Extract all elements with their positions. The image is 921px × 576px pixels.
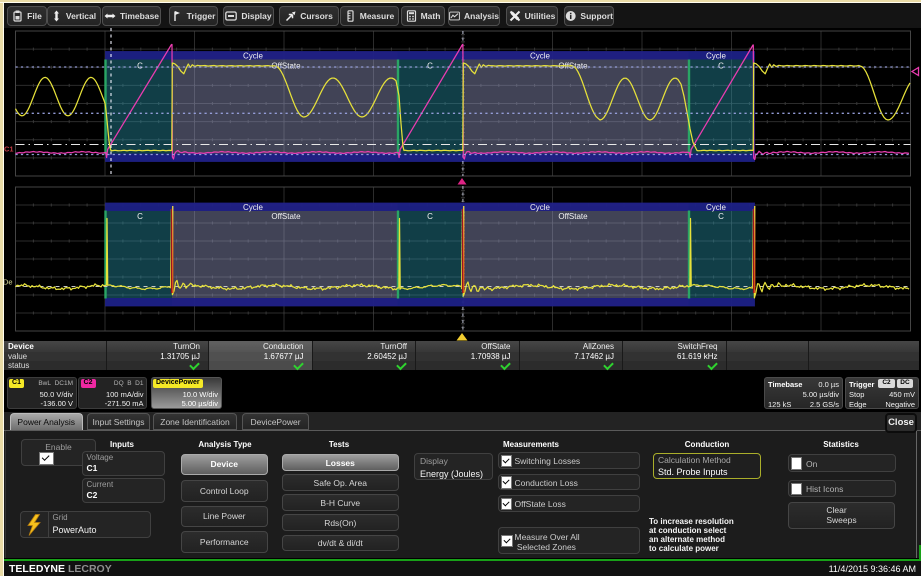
svg-text:OffState: OffState xyxy=(558,212,588,221)
svg-text:C: C xyxy=(137,62,143,71)
svg-text:C: C xyxy=(718,212,724,221)
svg-text:De: De xyxy=(3,278,13,287)
svg-text:Cycle: Cycle xyxy=(243,52,264,61)
svg-text:Cycle: Cycle xyxy=(243,203,264,212)
svg-text:Cycle: Cycle xyxy=(706,52,727,61)
svg-text:Cycle: Cycle xyxy=(706,203,727,212)
svg-text:Cycle: Cycle xyxy=(530,52,551,61)
svg-text:C: C xyxy=(427,212,433,221)
svg-text:OffState: OffState xyxy=(271,212,301,221)
svg-text:C1: C1 xyxy=(4,145,14,154)
svg-text:C: C xyxy=(137,212,143,221)
svg-text:Cycle: Cycle xyxy=(530,203,551,212)
svg-text:C: C xyxy=(427,62,433,71)
svg-text:C: C xyxy=(718,62,724,71)
